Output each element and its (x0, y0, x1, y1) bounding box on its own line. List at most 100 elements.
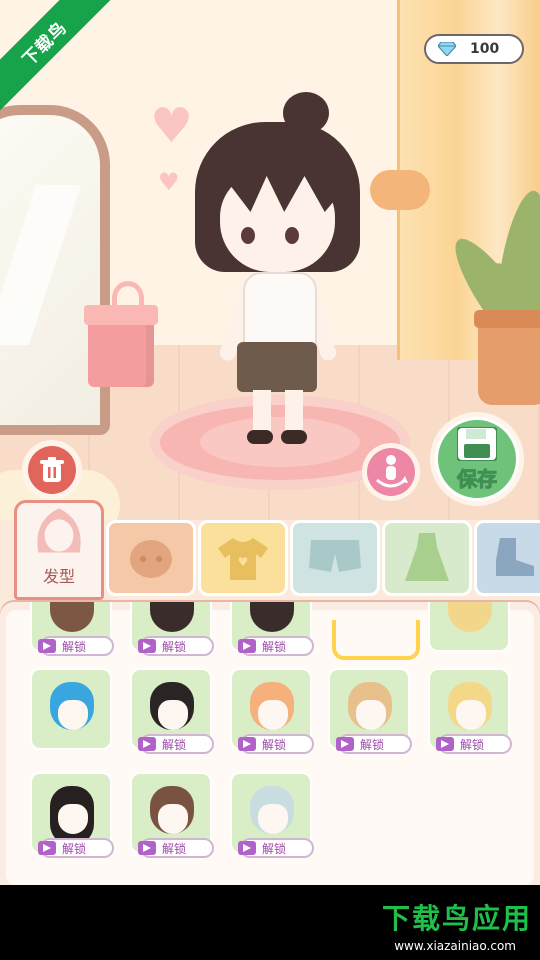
gift-box (84, 281, 158, 387)
pose-button-face (367, 448, 415, 496)
video-play-icon (436, 737, 454, 751)
item-panel: 解锁 解锁 解锁 解锁 解锁 解锁 解锁 解锁 解锁 解锁 (0, 602, 540, 885)
shorts-icon (309, 540, 361, 572)
diamond-amount: 100 (470, 41, 500, 57)
video-play-icon (238, 737, 256, 751)
hair-item[interactable]: 解锁 (230, 772, 314, 858)
diamond-icon (438, 42, 456, 56)
hair-item[interactable] (428, 602, 510, 652)
unlock-button[interactable]: 解锁 (238, 734, 314, 754)
shirt-icon: ♥ (218, 538, 268, 580)
hair-item[interactable] (30, 668, 112, 750)
tab-shoes[interactable] (474, 520, 540, 596)
unlock-label: 解锁 (360, 737, 385, 752)
item-grid[interactable]: 解锁 解锁 解锁 解锁 解锁 解锁 解锁 解锁 解锁 解锁 (6, 602, 534, 885)
unlock-button[interactable]: 解锁 (138, 838, 214, 858)
tab-hair-label: 发型 (42, 567, 75, 586)
save-button-face: 保存 (435, 417, 519, 501)
character-leg-right (285, 390, 303, 435)
heart-decoration: ♥ (158, 168, 180, 196)
hair-swatch (150, 602, 194, 632)
unlock-button[interactable]: 解锁 (138, 636, 214, 656)
hair-item-face (356, 700, 386, 730)
video-play-icon (336, 737, 354, 751)
remove-button[interactable] (22, 440, 82, 500)
remove-button-face (28, 446, 76, 494)
category-tabs: 发型 ♥ (0, 500, 540, 602)
character-eye-left (241, 227, 255, 244)
unlock-button[interactable]: 解锁 (436, 734, 512, 754)
hair-swatch (50, 602, 94, 632)
hair-item-face (456, 700, 486, 730)
unlock-button[interactable]: 解锁 (238, 838, 314, 858)
tab-dress[interactable] (382, 520, 472, 596)
video-play-icon (238, 841, 256, 855)
unlock-button[interactable]: 解锁 (238, 636, 314, 656)
shoe-icon (496, 538, 534, 576)
hair-item[interactable]: 解锁 (130, 668, 214, 754)
hair-item[interactable]: 解锁 (30, 602, 114, 656)
unlock-label: 解锁 (460, 737, 485, 752)
heart-decoration: ♥ (150, 98, 194, 154)
hair-item[interactable]: 解锁 (130, 602, 214, 656)
watermark-url: www.xiazainiao.com (394, 939, 516, 953)
hair-icon (37, 508, 81, 553)
hair-item-face (258, 804, 288, 834)
video-play-icon (138, 639, 156, 653)
character-hair-bun (283, 92, 329, 134)
video-play-icon (238, 639, 256, 653)
character-tshirt (243, 272, 317, 351)
diamond-counter[interactable]: 100 (424, 34, 524, 64)
character-leg-left (253, 390, 271, 435)
unlock-button[interactable]: 解锁 (336, 734, 412, 754)
save-label: 保存 (457, 466, 498, 491)
unlock-label: 解锁 (162, 841, 187, 856)
unlock-label: 解锁 (262, 841, 287, 856)
character-shorts (237, 342, 317, 392)
video-play-icon (138, 737, 156, 751)
character-eye-right (285, 227, 299, 244)
face-icon (130, 540, 172, 578)
character-shoe-left (247, 430, 273, 444)
character[interactable] (195, 92, 360, 452)
hair-item-face (58, 804, 88, 834)
hair-item[interactable]: 解锁 (230, 602, 314, 656)
svg-text:♥: ♥ (238, 555, 249, 569)
hair-swatch (448, 602, 492, 632)
save-button[interactable]: 保存 (430, 412, 524, 506)
video-play-icon (38, 841, 56, 855)
unlock-button[interactable]: 解锁 (38, 838, 114, 858)
unlock-label: 解锁 (62, 639, 87, 654)
floppy-disk-icon (457, 426, 497, 461)
selected-hair-item[interactable] (332, 620, 420, 660)
video-play-icon (38, 639, 56, 653)
watermark-footer: 下载鸟应用 www.xiazainiao.com (0, 885, 540, 960)
pose-button[interactable] (362, 443, 420, 501)
tab-hair[interactable]: 发型 (14, 500, 104, 600)
unlock-label: 解锁 (262, 737, 287, 752)
watermark-brand: 下载鸟应用 (381, 902, 532, 935)
unlock-label: 解锁 (162, 737, 187, 752)
video-play-icon (138, 841, 156, 855)
tab-face[interactable] (106, 520, 196, 596)
dress-icon (405, 533, 449, 581)
unlock-button[interactable]: 解锁 (138, 734, 214, 754)
hair-item-face (158, 700, 188, 730)
tab-top[interactable]: ♥ (198, 520, 288, 596)
hair-item[interactable]: 解锁 (428, 668, 512, 754)
unlock-label: 解锁 (162, 639, 187, 654)
character-shoe-right (281, 430, 307, 444)
unlock-label: 解锁 (62, 841, 87, 856)
hair-item-face (258, 700, 288, 730)
plant-pot (474, 310, 540, 405)
hair-swatch (250, 602, 294, 632)
hair-item-face (58, 700, 88, 730)
hair-item[interactable]: 解锁 (130, 772, 214, 858)
unlock-label: 解锁 (262, 639, 287, 654)
pose-rotate-icon (376, 455, 408, 488)
tab-bottom[interactable] (290, 520, 380, 596)
hair-item[interactable]: 解锁 (230, 668, 314, 754)
hair-item[interactable]: 解锁 (30, 772, 114, 858)
unlock-button[interactable]: 解锁 (38, 636, 114, 656)
hair-item[interactable]: 解锁 (328, 668, 412, 754)
